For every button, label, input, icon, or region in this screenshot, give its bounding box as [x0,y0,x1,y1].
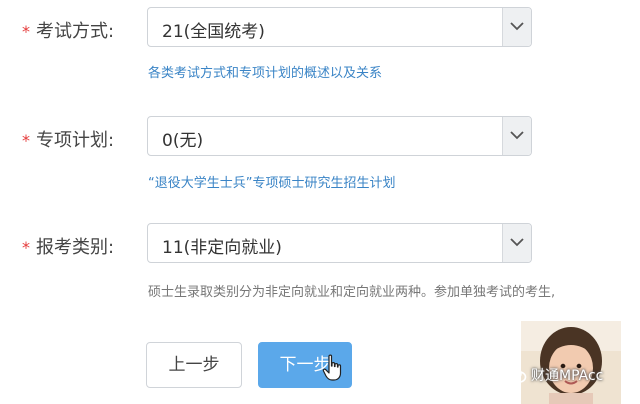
hand-pointer-icon [322,354,342,381]
application-type-select[interactable]: 11(非定向就业) [147,223,532,263]
webcam-photo [521,321,621,404]
exam-mode-hint-link[interactable]: 各类考试方式和专项计划的概述以及关系 [148,62,382,81]
application-type-hint: 硕士生录取类别分为非定向就业和定向就业两种。参加单独考试的考生, [148,285,556,300]
application-type-value: 11(非定向就业) [162,238,282,258]
exam-mode-select[interactable]: 21(全国统考) [147,7,532,47]
special-plan-dropdown-toggle[interactable] [502,117,531,155]
special-plan-select[interactable]: 0(无) [147,116,532,156]
child-portrait-image [521,321,621,404]
chevron-down-icon [510,238,524,247]
watermark-text: 财通MPAcc [531,368,604,384]
special-plan-hint-link[interactable]: “退役大学生士兵”专项硕士研究生招生计划 [148,172,395,191]
required-mark: * [22,131,30,150]
exam-mode-value: 21(全国统考) [162,22,265,42]
exam-mode-label-text: 考试方式: [36,21,115,42]
prev-step-button[interactable]: 上一步 [146,342,242,388]
special-plan-value: 0(无) [162,131,204,151]
exam-mode-label: * 考试方式: [22,17,114,43]
special-plan-label-text: 专项计划: [36,130,115,151]
special-plan-label: * 专项计划: [22,126,114,152]
application-type-dropdown-toggle[interactable] [502,224,531,262]
wechat-icon [505,366,527,383]
chevron-down-icon [510,22,524,31]
required-mark: * [22,22,30,41]
application-type-label-text: 报考类别: [36,237,115,258]
required-mark: * [22,238,30,257]
chevron-down-icon [510,131,524,140]
exam-mode-dropdown-toggle[interactable] [502,8,531,46]
application-type-label: * 报考类别: [22,233,114,259]
watermark: 财通MPAcc [505,364,640,386]
